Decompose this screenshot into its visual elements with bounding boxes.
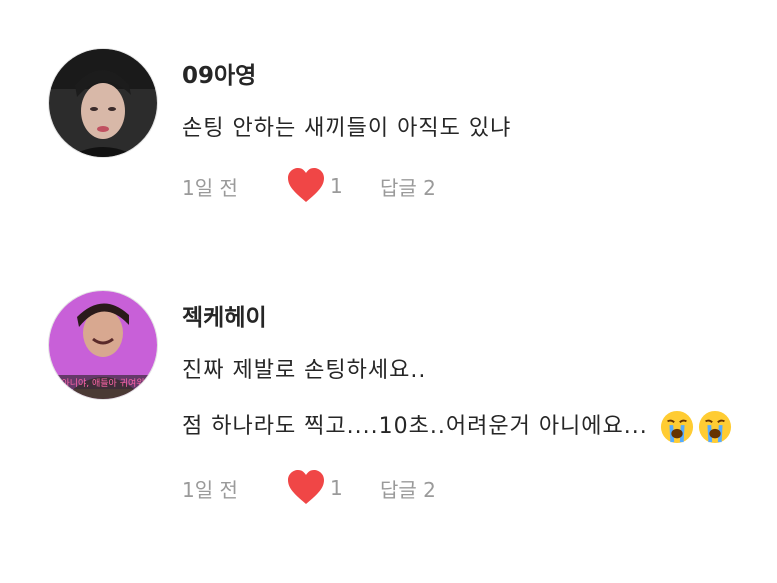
like-count: 1 [330,476,343,500]
comment-meta: 1일 전 1 답글 2 [182,470,436,506]
like-count: 1 [330,174,343,198]
username[interactable]: 09아영 [182,56,256,90]
avatar[interactable] [48,48,158,158]
loudly-crying-face-emoji [698,410,731,444]
username[interactable]: 젝케헤이 [182,298,267,332]
heart-icon [288,168,324,202]
like-button[interactable]: 1 [286,168,380,204]
heart-icon [288,470,324,504]
avatar-caption: 아니야, 애들아 귀여워 [61,377,144,389]
avatar[interactable]: 아니야, 애들아 귀여워 [48,290,158,400]
timestamp: 1일 전 [182,477,238,502]
like-button[interactable]: 1 [286,470,380,506]
reply-button[interactable]: 답글 2 [380,172,436,201]
loudly-crying-face-emoji [660,410,693,444]
comment-text-content: 점 하나라도 찍고....10초..어려운거 아니에요... [182,414,648,439]
timestamp: 1일 전 [182,175,238,200]
comment-text: 손팅 안하는 새끼들이 아직도 있냐 [182,116,512,141]
comment-text: 점 하나라도 찍고....10초..어려운거 아니에요... [182,408,732,444]
comment-meta: 1일 전 1 답글 2 [182,168,436,204]
reply-button[interactable]: 답글 2 [380,474,436,503]
comment-text: 진짜 제발로 손팅하세요.. [182,358,427,383]
